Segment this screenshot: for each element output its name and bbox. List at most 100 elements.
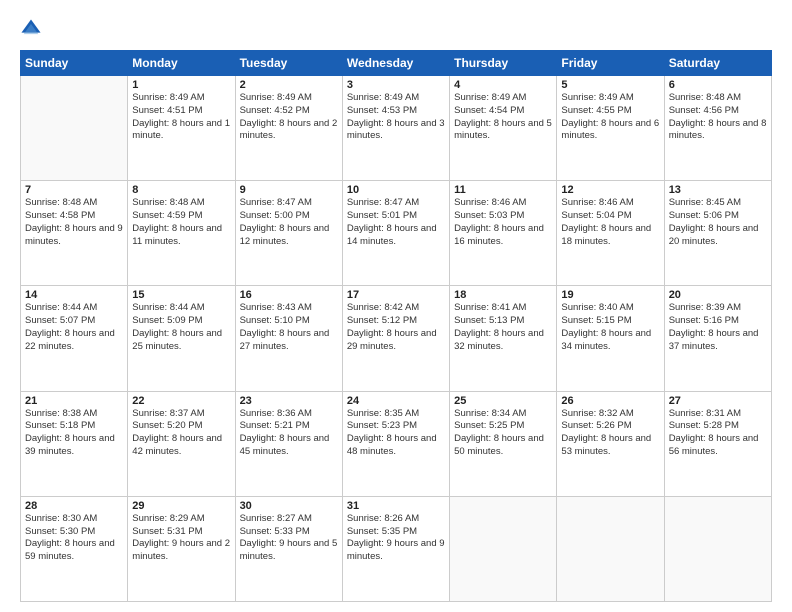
daylight-text: Daylight: 9 hours and 9 minutes. bbox=[347, 538, 445, 564]
day-info: Sunrise: 8:45 AM Sunset: 5:06 PM Dayligh… bbox=[669, 197, 767, 248]
sunset-text: Sunset: 5:06 PM bbox=[669, 210, 767, 223]
calendar-cell: 8 Sunrise: 8:48 AM Sunset: 4:59 PM Dayli… bbox=[128, 181, 235, 286]
week-row-5: 28 Sunrise: 8:30 AM Sunset: 5:30 PM Dayl… bbox=[21, 496, 772, 601]
sunrise-text: Sunrise: 8:37 AM bbox=[132, 408, 230, 421]
sunset-text: Sunset: 5:09 PM bbox=[132, 315, 230, 328]
sunrise-text: Sunrise: 8:49 AM bbox=[347, 92, 445, 105]
daylight-text: Daylight: 8 hours and 1 minute. bbox=[132, 118, 230, 144]
calendar-cell: 20 Sunrise: 8:39 AM Sunset: 5:16 PM Dayl… bbox=[664, 286, 771, 391]
calendar-cell: 12 Sunrise: 8:46 AM Sunset: 5:04 PM Dayl… bbox=[557, 181, 664, 286]
calendar-cell: 18 Sunrise: 8:41 AM Sunset: 5:13 PM Dayl… bbox=[450, 286, 557, 391]
daylight-text: Daylight: 8 hours and 8 minutes. bbox=[669, 118, 767, 144]
sunrise-text: Sunrise: 8:27 AM bbox=[240, 513, 338, 526]
sunset-text: Sunset: 4:52 PM bbox=[240, 105, 338, 118]
sunset-text: Sunset: 5:13 PM bbox=[454, 315, 552, 328]
day-number: 13 bbox=[669, 184, 767, 196]
day-info: Sunrise: 8:46 AM Sunset: 5:04 PM Dayligh… bbox=[561, 197, 659, 248]
sunset-text: Sunset: 5:01 PM bbox=[347, 210, 445, 223]
sunset-text: Sunset: 5:23 PM bbox=[347, 420, 445, 433]
day-info: Sunrise: 8:35 AM Sunset: 5:23 PM Dayligh… bbox=[347, 408, 445, 459]
calendar-cell bbox=[557, 496, 664, 601]
calendar-cell bbox=[450, 496, 557, 601]
day-number: 18 bbox=[454, 289, 552, 301]
week-row-2: 7 Sunrise: 8:48 AM Sunset: 4:58 PM Dayli… bbox=[21, 181, 772, 286]
daylight-text: Daylight: 8 hours and 45 minutes. bbox=[240, 433, 338, 459]
day-number: 31 bbox=[347, 500, 445, 512]
calendar-cell: 5 Sunrise: 8:49 AM Sunset: 4:55 PM Dayli… bbox=[557, 76, 664, 181]
calendar-cell: 2 Sunrise: 8:49 AM Sunset: 4:52 PM Dayli… bbox=[235, 76, 342, 181]
day-info: Sunrise: 8:26 AM Sunset: 5:35 PM Dayligh… bbox=[347, 513, 445, 564]
sunset-text: Sunset: 5:28 PM bbox=[669, 420, 767, 433]
day-info: Sunrise: 8:34 AM Sunset: 5:25 PM Dayligh… bbox=[454, 408, 552, 459]
daylight-text: Daylight: 8 hours and 2 minutes. bbox=[240, 118, 338, 144]
calendar-cell: 19 Sunrise: 8:40 AM Sunset: 5:15 PM Dayl… bbox=[557, 286, 664, 391]
sunrise-text: Sunrise: 8:36 AM bbox=[240, 408, 338, 421]
sunset-text: Sunset: 5:25 PM bbox=[454, 420, 552, 433]
day-number: 8 bbox=[132, 184, 230, 196]
day-number: 28 bbox=[25, 500, 123, 512]
sunrise-text: Sunrise: 8:47 AM bbox=[240, 197, 338, 210]
sunset-text: Sunset: 5:30 PM bbox=[25, 526, 123, 539]
day-info: Sunrise: 8:32 AM Sunset: 5:26 PM Dayligh… bbox=[561, 408, 659, 459]
weekday-header-wednesday: Wednesday bbox=[342, 51, 449, 76]
sunset-text: Sunset: 4:54 PM bbox=[454, 105, 552, 118]
day-info: Sunrise: 8:48 AM Sunset: 4:59 PM Dayligh… bbox=[132, 197, 230, 248]
day-info: Sunrise: 8:46 AM Sunset: 5:03 PM Dayligh… bbox=[454, 197, 552, 248]
sunset-text: Sunset: 5:31 PM bbox=[132, 526, 230, 539]
week-row-3: 14 Sunrise: 8:44 AM Sunset: 5:07 PM Dayl… bbox=[21, 286, 772, 391]
calendar-cell: 6 Sunrise: 8:48 AM Sunset: 4:56 PM Dayli… bbox=[664, 76, 771, 181]
day-number: 11 bbox=[454, 184, 552, 196]
daylight-text: Daylight: 8 hours and 14 minutes. bbox=[347, 223, 445, 249]
weekday-header-row: SundayMondayTuesdayWednesdayThursdayFrid… bbox=[21, 51, 772, 76]
weekday-header-saturday: Saturday bbox=[664, 51, 771, 76]
day-number: 30 bbox=[240, 500, 338, 512]
sunset-text: Sunset: 4:53 PM bbox=[347, 105, 445, 118]
calendar-cell bbox=[21, 76, 128, 181]
day-info: Sunrise: 8:41 AM Sunset: 5:13 PM Dayligh… bbox=[454, 302, 552, 353]
calendar-page: SundayMondayTuesdayWednesdayThursdayFrid… bbox=[0, 0, 792, 612]
sunset-text: Sunset: 4:56 PM bbox=[669, 105, 767, 118]
sunset-text: Sunset: 5:20 PM bbox=[132, 420, 230, 433]
day-info: Sunrise: 8:47 AM Sunset: 5:00 PM Dayligh… bbox=[240, 197, 338, 248]
day-number: 17 bbox=[347, 289, 445, 301]
sunset-text: Sunset: 4:55 PM bbox=[561, 105, 659, 118]
sunset-text: Sunset: 4:59 PM bbox=[132, 210, 230, 223]
day-info: Sunrise: 8:30 AM Sunset: 5:30 PM Dayligh… bbox=[25, 513, 123, 564]
day-number: 19 bbox=[561, 289, 659, 301]
day-info: Sunrise: 8:47 AM Sunset: 5:01 PM Dayligh… bbox=[347, 197, 445, 248]
logo-icon bbox=[20, 18, 42, 40]
sunset-text: Sunset: 4:58 PM bbox=[25, 210, 123, 223]
day-info: Sunrise: 8:49 AM Sunset: 4:51 PM Dayligh… bbox=[132, 92, 230, 143]
sunset-text: Sunset: 5:12 PM bbox=[347, 315, 445, 328]
calendar-cell: 23 Sunrise: 8:36 AM Sunset: 5:21 PM Dayl… bbox=[235, 391, 342, 496]
daylight-text: Daylight: 8 hours and 11 minutes. bbox=[132, 223, 230, 249]
calendar-cell: 28 Sunrise: 8:30 AM Sunset: 5:30 PM Dayl… bbox=[21, 496, 128, 601]
daylight-text: Daylight: 8 hours and 34 minutes. bbox=[561, 328, 659, 354]
calendar-cell: 22 Sunrise: 8:37 AM Sunset: 5:20 PM Dayl… bbox=[128, 391, 235, 496]
day-number: 29 bbox=[132, 500, 230, 512]
calendar-cell: 1 Sunrise: 8:49 AM Sunset: 4:51 PM Dayli… bbox=[128, 76, 235, 181]
sunrise-text: Sunrise: 8:32 AM bbox=[561, 408, 659, 421]
sunrise-text: Sunrise: 8:47 AM bbox=[347, 197, 445, 210]
daylight-text: Daylight: 8 hours and 56 minutes. bbox=[669, 433, 767, 459]
sunset-text: Sunset: 5:26 PM bbox=[561, 420, 659, 433]
day-info: Sunrise: 8:49 AM Sunset: 4:53 PM Dayligh… bbox=[347, 92, 445, 143]
sunrise-text: Sunrise: 8:44 AM bbox=[25, 302, 123, 315]
sunrise-text: Sunrise: 8:31 AM bbox=[669, 408, 767, 421]
sunrise-text: Sunrise: 8:48 AM bbox=[25, 197, 123, 210]
day-info: Sunrise: 8:44 AM Sunset: 5:09 PM Dayligh… bbox=[132, 302, 230, 353]
sunrise-text: Sunrise: 8:38 AM bbox=[25, 408, 123, 421]
sunset-text: Sunset: 5:33 PM bbox=[240, 526, 338, 539]
calendar-cell: 14 Sunrise: 8:44 AM Sunset: 5:07 PM Dayl… bbox=[21, 286, 128, 391]
daylight-text: Daylight: 8 hours and 25 minutes. bbox=[132, 328, 230, 354]
daylight-text: Daylight: 8 hours and 42 minutes. bbox=[132, 433, 230, 459]
sunrise-text: Sunrise: 8:48 AM bbox=[669, 92, 767, 105]
day-info: Sunrise: 8:31 AM Sunset: 5:28 PM Dayligh… bbox=[669, 408, 767, 459]
sunset-text: Sunset: 5:07 PM bbox=[25, 315, 123, 328]
calendar-cell: 26 Sunrise: 8:32 AM Sunset: 5:26 PM Dayl… bbox=[557, 391, 664, 496]
day-number: 25 bbox=[454, 395, 552, 407]
daylight-text: Daylight: 8 hours and 48 minutes. bbox=[347, 433, 445, 459]
sunset-text: Sunset: 5:21 PM bbox=[240, 420, 338, 433]
weekday-header-monday: Monday bbox=[128, 51, 235, 76]
calendar-cell: 27 Sunrise: 8:31 AM Sunset: 5:28 PM Dayl… bbox=[664, 391, 771, 496]
